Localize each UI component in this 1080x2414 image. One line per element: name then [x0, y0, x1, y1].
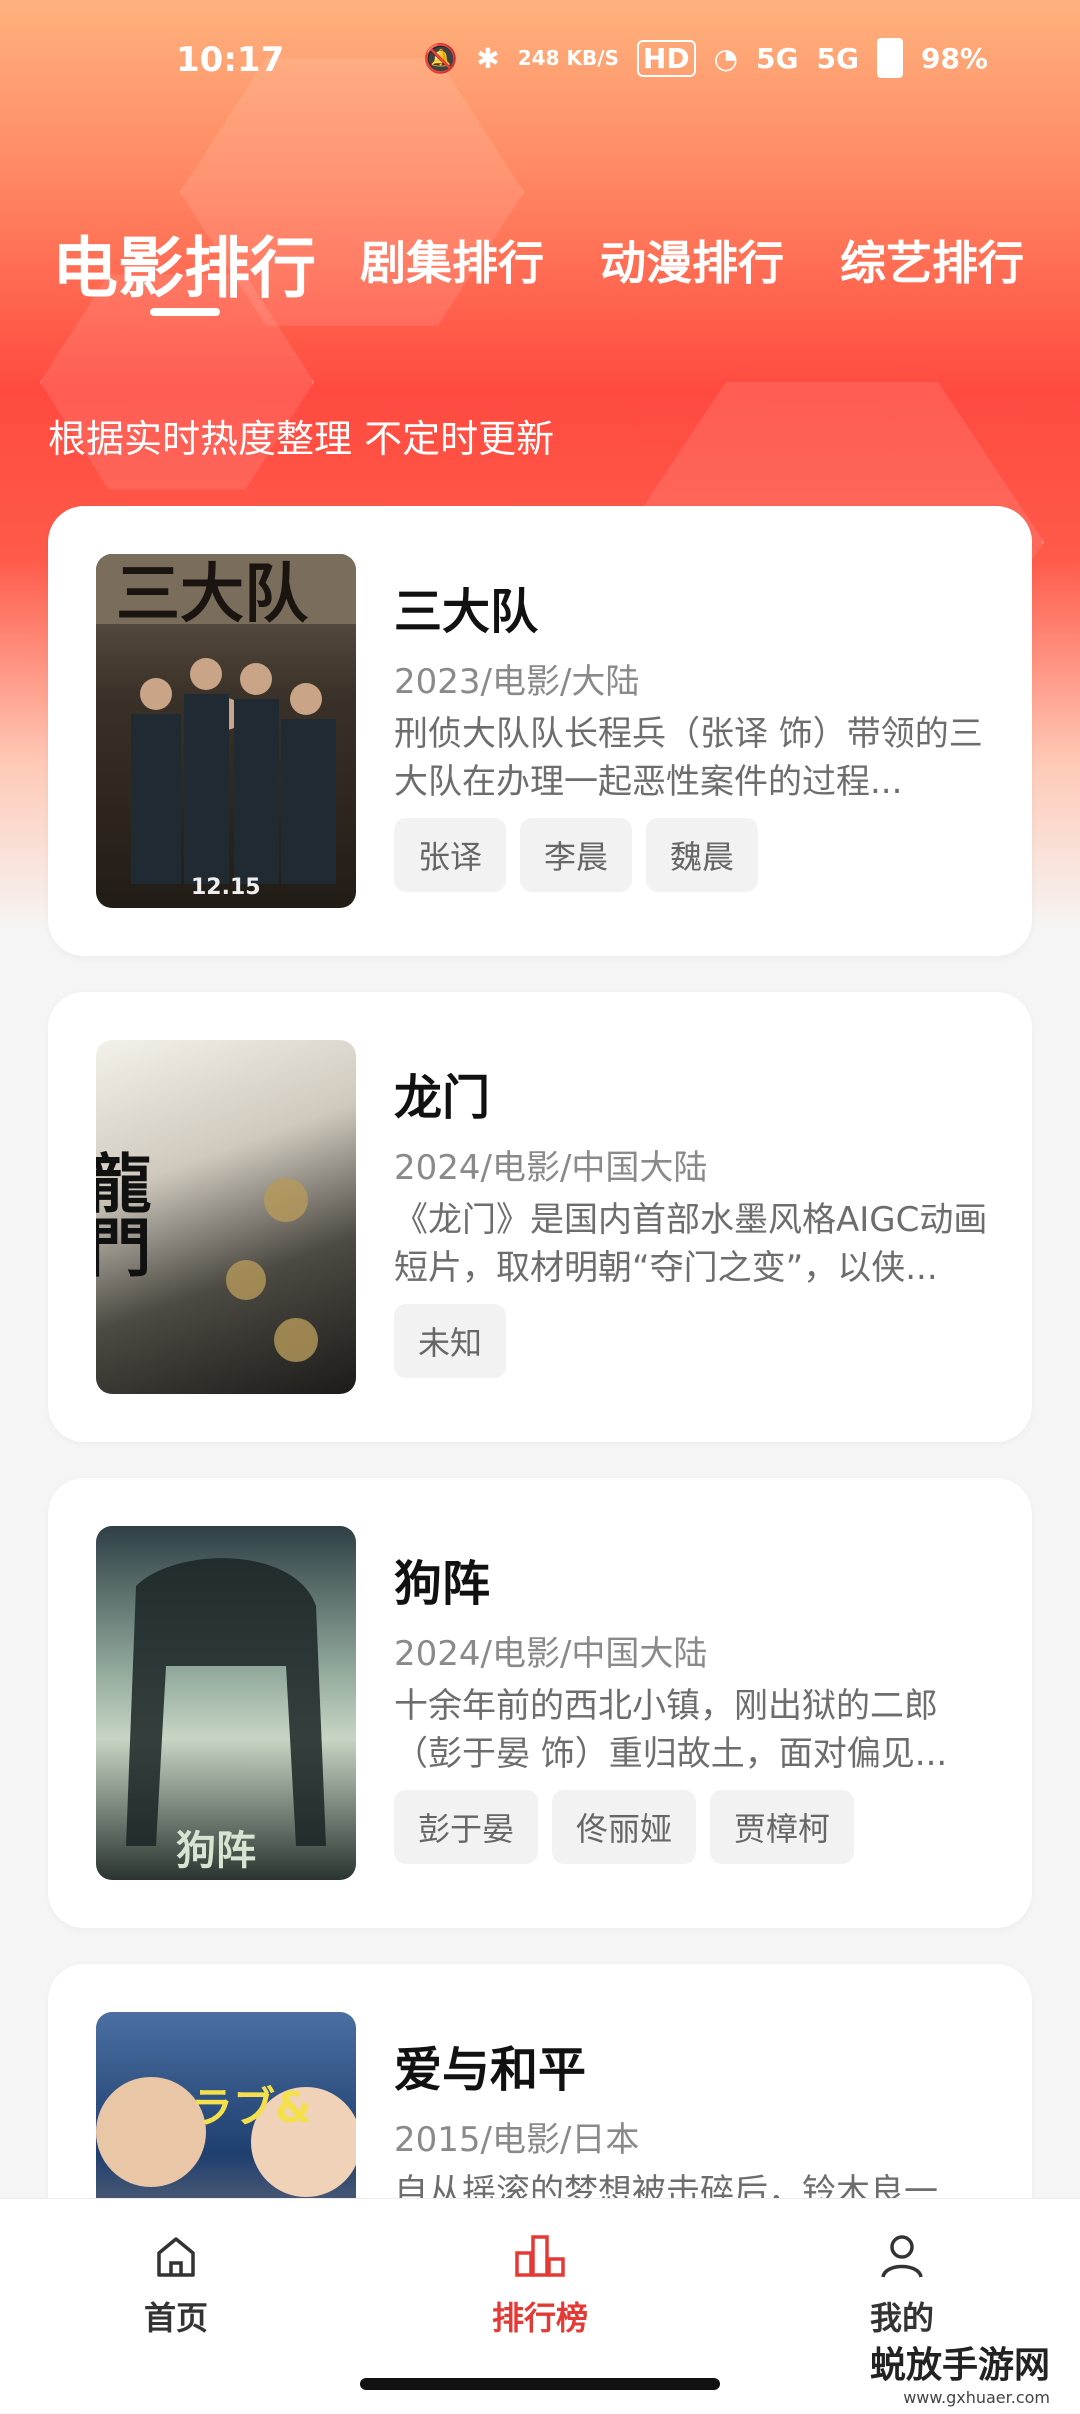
actor-tag[interactable]: 未知	[394, 1304, 507, 1378]
movie-poster[interactable]: 三大队 12.15	[96, 554, 356, 908]
tab-anime-ranking[interactable]: 动漫排行	[600, 227, 784, 293]
movie-title[interactable]: 爱与和平	[394, 2030, 586, 2100]
poster-title-text: 狗阵	[176, 1827, 256, 1874]
nav-ranking-label: 排行榜	[491, 2299, 588, 2337]
poster-title-text: ラブ&	[191, 2083, 312, 2132]
movie-description: 《龙门》是国内首部水墨风格AIGC动画短片，取材明朝“夺门之变”，以侠...	[394, 1200, 988, 1288]
movie-meta: 2023/电影/大陆	[394, 662, 640, 702]
actor-tags: 未知	[394, 1304, 507, 1378]
ranking-subtitle: 根据实时热度整理 不定时更新	[48, 417, 555, 461]
home-icon	[157, 2237, 195, 2277]
actor-tags: 张译 李晨 魏晨	[394, 818, 759, 892]
battery-icon	[876, 38, 903, 78]
poster-date-text: 12.15	[191, 875, 261, 900]
tab-movie-ranking[interactable]: 电影排行	[52, 215, 316, 311]
tab-variety-ranking[interactable]: 综艺排行	[840, 227, 1024, 293]
active-tab-indicator	[150, 308, 220, 316]
status-bar: 10:17 🔕 ✱ 248 KB/S HD ◔ 5G 5G 98%	[0, 0, 1080, 120]
movie-title[interactable]: 狗阵	[394, 1544, 490, 1614]
movie-meta: 2024/电影/中国大陆	[394, 1634, 708, 1674]
ranking-icon	[515, 2235, 565, 2277]
home-indicator[interactable]	[360, 2378, 720, 2390]
movie-title[interactable]: 龙门	[394, 1058, 490, 1128]
actor-tag[interactable]: 贾樟柯	[710, 1790, 855, 1864]
actor-tag[interactable]: 佟丽娅	[552, 1790, 697, 1864]
watermark-text: 蜕放手游网	[869, 2345, 1050, 2386]
movie-card[interactable]: 狗阵 狗阵 2024/电影/中国大陆 十余年前的西北小镇，刚出狱的二郎（彭于晏 …	[48, 1478, 1032, 1928]
ranking-tabs: 电影排行 剧集排行 动漫排行 综艺排行	[0, 205, 1080, 325]
nav-home-label: 首页	[143, 2299, 208, 2337]
nav-ranking[interactable]: 排行榜	[440, 2231, 640, 2339]
nav-profile[interactable]: 我的	[802, 2231, 1002, 2339]
watermark-logo: 蜕放手游网 www.gxhuaer.com	[870, 2336, 1050, 2407]
movie-meta: 2015/电影/日本	[394, 2120, 640, 2160]
signal-5g-2: 5G	[816, 41, 859, 75]
profile-icon	[881, 2235, 923, 2278]
actor-tags: 彭于晏 佟丽娅 贾樟柯	[394, 1790, 855, 1864]
svg-text:三大队: 三大队	[116, 557, 309, 632]
movie-meta: 2024/电影/中国大陆	[394, 1148, 708, 1188]
actor-tag[interactable]: 魏晨	[646, 818, 759, 892]
watermark-url: www.gxhuaer.com	[903, 2388, 1050, 2407]
movie-title[interactable]: 三大队	[394, 572, 538, 642]
signal-5g-1: 5G	[756, 41, 799, 75]
tab-series-ranking[interactable]: 剧集排行	[360, 227, 544, 293]
movie-description: 刑侦大队队长程兵（张译 饰）带领的三大队在办理一起恶性案件的过程...	[394, 714, 983, 802]
wifi-icon: ◔	[713, 41, 739, 75]
nav-profile-label: 我的	[869, 2299, 934, 2337]
status-time: 10:17	[176, 40, 285, 80]
actor-tag[interactable]: 李晨	[520, 818, 633, 892]
actor-tag[interactable]: 张译	[394, 818, 507, 892]
movie-poster[interactable]: 狗阵	[96, 1526, 356, 1880]
nav-home[interactable]: 首页	[76, 2231, 276, 2339]
hd-badge: HD	[636, 39, 696, 77]
battery-percent: 98%	[920, 41, 988, 75]
movie-card[interactable]: 三大队 12.15 三大队 2023/电影/大陆 刑侦大队队长程兵（张译 饰）带…	[48, 506, 1032, 956]
bluetooth-icon: ✱	[476, 41, 500, 75]
actor-tag[interactable]: 彭于晏	[394, 1790, 539, 1864]
movie-description: 十余年前的西北小镇，刚出狱的二郎（彭于晏 饰）重归故土，面对偏见...	[394, 1686, 948, 1774]
net-speed: 248 KB/S	[517, 46, 619, 70]
mute-icon: 🔕	[423, 41, 459, 75]
movie-card[interactable]: 龍門 龙门 2024/电影/中国大陆 《龙门》是国内首部水墨风格AIGC动画短片…	[48, 992, 1032, 1442]
movie-poster[interactable]: 龍門	[96, 1040, 356, 1394]
poster-title-text: 龍門	[96, 1150, 152, 1278]
